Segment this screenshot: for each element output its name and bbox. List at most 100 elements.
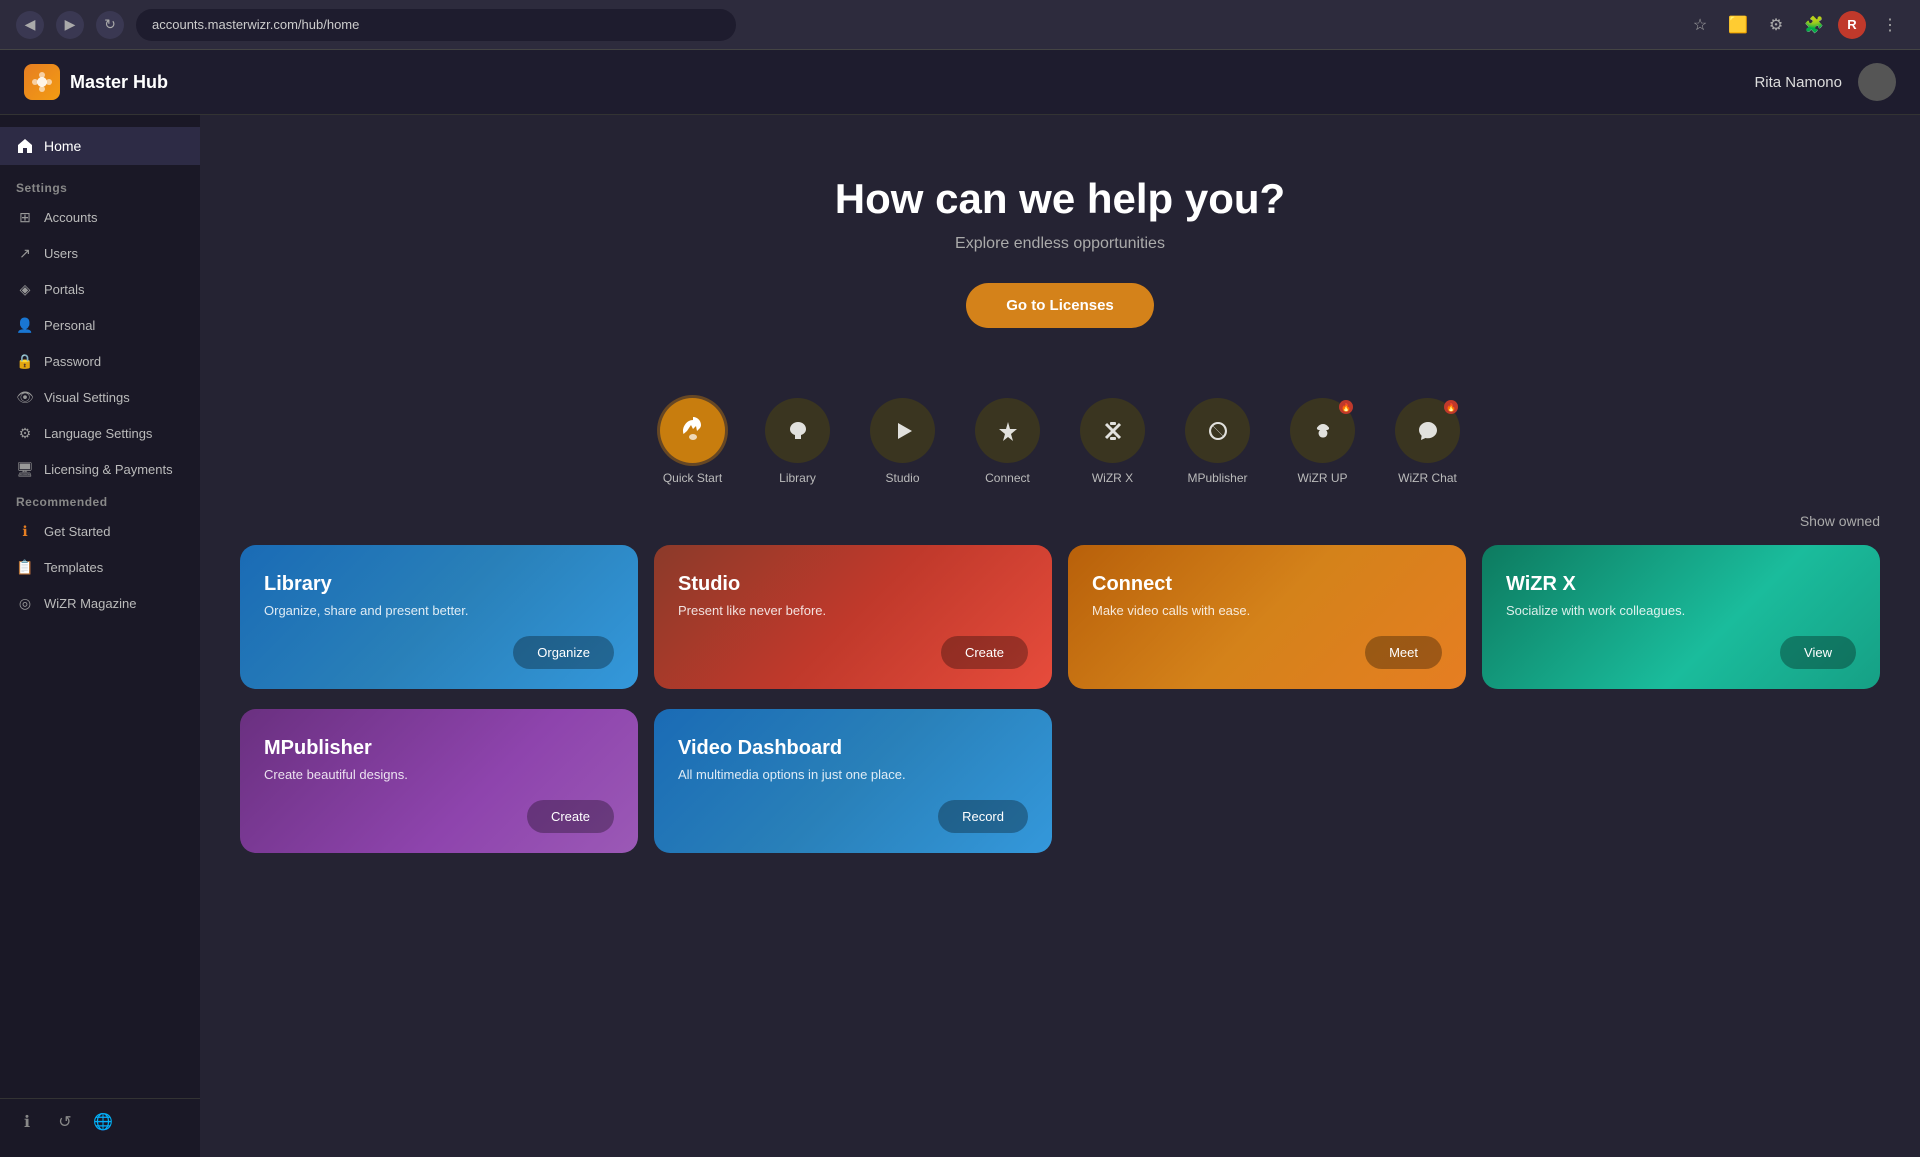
magazine-label: WiZR Magazine [44, 596, 136, 611]
sidebar-item-visual-settings[interactable]: 👁 Visual Settings [0, 379, 200, 415]
sidebar-item-personal[interactable]: 👤 Personal [0, 307, 200, 343]
studio-circle [870, 398, 935, 463]
bookmark-icon[interactable]: ☆ [1686, 11, 1714, 39]
reload-button[interactable]: ↻ [96, 11, 124, 39]
studio-card[interactable]: Studio Present like never before. Create [654, 545, 1052, 689]
content-area: How can we help you? Explore endless opp… [200, 115, 1920, 1157]
info-footer-icon[interactable]: ℹ [16, 1111, 38, 1133]
wizr-x-card-subtitle: Socialize with work colleagues. [1506, 602, 1856, 620]
users-icon: ↗ [16, 244, 34, 262]
connect-card-subtitle: Make video calls with ease. [1092, 602, 1442, 620]
app-icon-wizr-x[interactable]: WiZR X [1080, 398, 1145, 485]
wizr-x-view-button[interactable]: View [1780, 636, 1856, 669]
sidebar-item-home[interactable]: Home [0, 127, 200, 165]
language-settings-label: Language Settings [44, 426, 152, 441]
logo-area: Master Hub [24, 64, 168, 100]
quick-start-label: Quick Start [663, 471, 722, 485]
app-icon-library[interactable]: Library [765, 398, 830, 485]
visual-settings-label: Visual Settings [44, 390, 130, 405]
video-dashboard-card[interactable]: Video Dashboard All multimedia options i… [654, 709, 1052, 853]
mpublisher-card[interactable]: MPublisher Create beautiful designs. Cre… [240, 709, 638, 853]
video-dashboard-card-title: Video Dashboard [678, 737, 1028, 760]
connect-label: Connect [985, 471, 1030, 485]
app-icon-mpublisher[interactable]: MPublisher [1185, 398, 1250, 485]
hero-title: How can we help you? [240, 175, 1880, 223]
licensing-label: Licensing & Payments [44, 462, 173, 477]
go-to-licenses-button[interactable]: Go to Licenses [966, 283, 1154, 328]
hero-subtitle: Explore endless opportunities [240, 235, 1880, 253]
app-icons-row: Quick Start Library [200, 368, 1920, 505]
top-nav-right: Rita Namono [1754, 63, 1896, 101]
portals-icon: ◈ [16, 280, 34, 298]
extension-icon1[interactable]: 🟨 [1724, 11, 1752, 39]
sidebar-item-portals[interactable]: ◈ Portals [0, 271, 200, 307]
templates-label: Templates [44, 560, 103, 575]
app-name: Master Hub [70, 72, 168, 93]
user-avatar[interactable] [1858, 63, 1896, 101]
sidebar-item-licensing[interactable]: 🖥 Licensing & Payments [0, 451, 200, 487]
app-icon-wizr-chat[interactable]: 🔥 WiZR Chat [1395, 398, 1460, 485]
app-icon-wizr-up[interactable]: 🔥 WiZR UP [1290, 398, 1355, 485]
settings-section-label: Settings [0, 173, 200, 199]
library-card[interactable]: Library Organize, share and present bett… [240, 545, 638, 689]
language-settings-icon: ⚙ [16, 424, 34, 442]
connect-circle [975, 398, 1040, 463]
extension-icon3[interactable]: 🧩 [1800, 11, 1828, 39]
library-organize-button[interactable]: Organize [513, 636, 614, 669]
browser-chrome: ◀ ▶ ↻ accounts.masterwizr.com/hub/home ☆… [0, 0, 1920, 50]
wizr-x-card-title: WiZR X [1506, 573, 1856, 596]
wizr-up-circle: 🔥 [1290, 398, 1355, 463]
sidebar-item-get-started[interactable]: ℹ Get Started [0, 513, 200, 549]
app-icon-quick-start[interactable]: Quick Start [660, 398, 725, 485]
library-card-title: Library [264, 573, 614, 596]
sidebar-item-language-settings[interactable]: ⚙ Language Settings [0, 415, 200, 451]
connect-meet-button[interactable]: Meet [1365, 636, 1442, 669]
sidebar: Home Settings ⊞ Accounts ↗ Users ◈ Porta… [0, 115, 200, 1157]
sidebar-item-users[interactable]: ↗ Users [0, 235, 200, 271]
url-text: accounts.masterwizr.com/hub/home [152, 17, 359, 32]
studio-card-subtitle: Present like never before. [678, 602, 1028, 620]
mpublisher-create-button[interactable]: Create [527, 800, 614, 833]
wizr-x-label: WiZR X [1092, 471, 1133, 485]
portals-label: Portals [44, 282, 84, 297]
forward-button[interactable]: ▶ [56, 11, 84, 39]
video-dashboard-record-button[interactable]: Record [938, 800, 1028, 833]
wizr-up-label: WiZR UP [1298, 471, 1348, 485]
wizr-chat-label: WiZR Chat [1398, 471, 1457, 485]
show-owned-row[interactable]: Show owned [200, 505, 1920, 537]
back-button[interactable]: ◀ [16, 11, 44, 39]
browser-actions: ☆ 🟨 ⚙ 🧩 R ⋮ [1686, 11, 1904, 39]
password-label: Password [44, 354, 101, 369]
quick-start-circle [660, 398, 725, 463]
accounts-icon: ⊞ [16, 208, 34, 226]
mpublisher-card-subtitle: Create beautiful designs. [264, 766, 614, 784]
visual-settings-icon: 👁 [16, 388, 34, 406]
personal-icon: 👤 [16, 316, 34, 334]
globe-footer-icon[interactable]: 🌐 [92, 1111, 114, 1133]
sidebar-item-accounts[interactable]: ⊞ Accounts [0, 199, 200, 235]
app-icon-studio[interactable]: Studio [870, 398, 935, 485]
home-icon [16, 137, 34, 155]
templates-icon: 📋 [16, 558, 34, 576]
extension-icon2[interactable]: ⚙ [1762, 11, 1790, 39]
users-label: Users [44, 246, 78, 261]
get-started-label: Get Started [44, 524, 110, 539]
wizr-x-card[interactable]: WiZR X Socialize with work colleagues. V… [1482, 545, 1880, 689]
studio-label: Studio [885, 471, 919, 485]
connect-card[interactable]: Connect Make video calls with ease. Meet [1068, 545, 1466, 689]
licensing-icon: 🖥 [16, 460, 34, 478]
app-icon-connect[interactable]: Connect [975, 398, 1040, 485]
sidebar-item-wizr-magazine[interactable]: ◎ WiZR Magazine [0, 585, 200, 621]
mpublisher-label: MPublisher [1187, 471, 1247, 485]
accounts-label: Accounts [44, 210, 97, 225]
video-dashboard-card-subtitle: All multimedia options in just one place… [678, 766, 1028, 784]
menu-icon[interactable]: ⋮ [1876, 11, 1904, 39]
support-footer-icon[interactable]: ↺ [54, 1111, 76, 1133]
mpublisher-card-title: MPublisher [264, 737, 614, 760]
url-bar[interactable]: accounts.masterwizr.com/hub/home [136, 9, 736, 41]
browser-user-avatar[interactable]: R [1838, 11, 1866, 39]
sidebar-item-password[interactable]: 🔒 Password [0, 343, 200, 379]
get-started-icon: ℹ [16, 522, 34, 540]
studio-create-button[interactable]: Create [941, 636, 1028, 669]
sidebar-item-templates[interactable]: 📋 Templates [0, 549, 200, 585]
